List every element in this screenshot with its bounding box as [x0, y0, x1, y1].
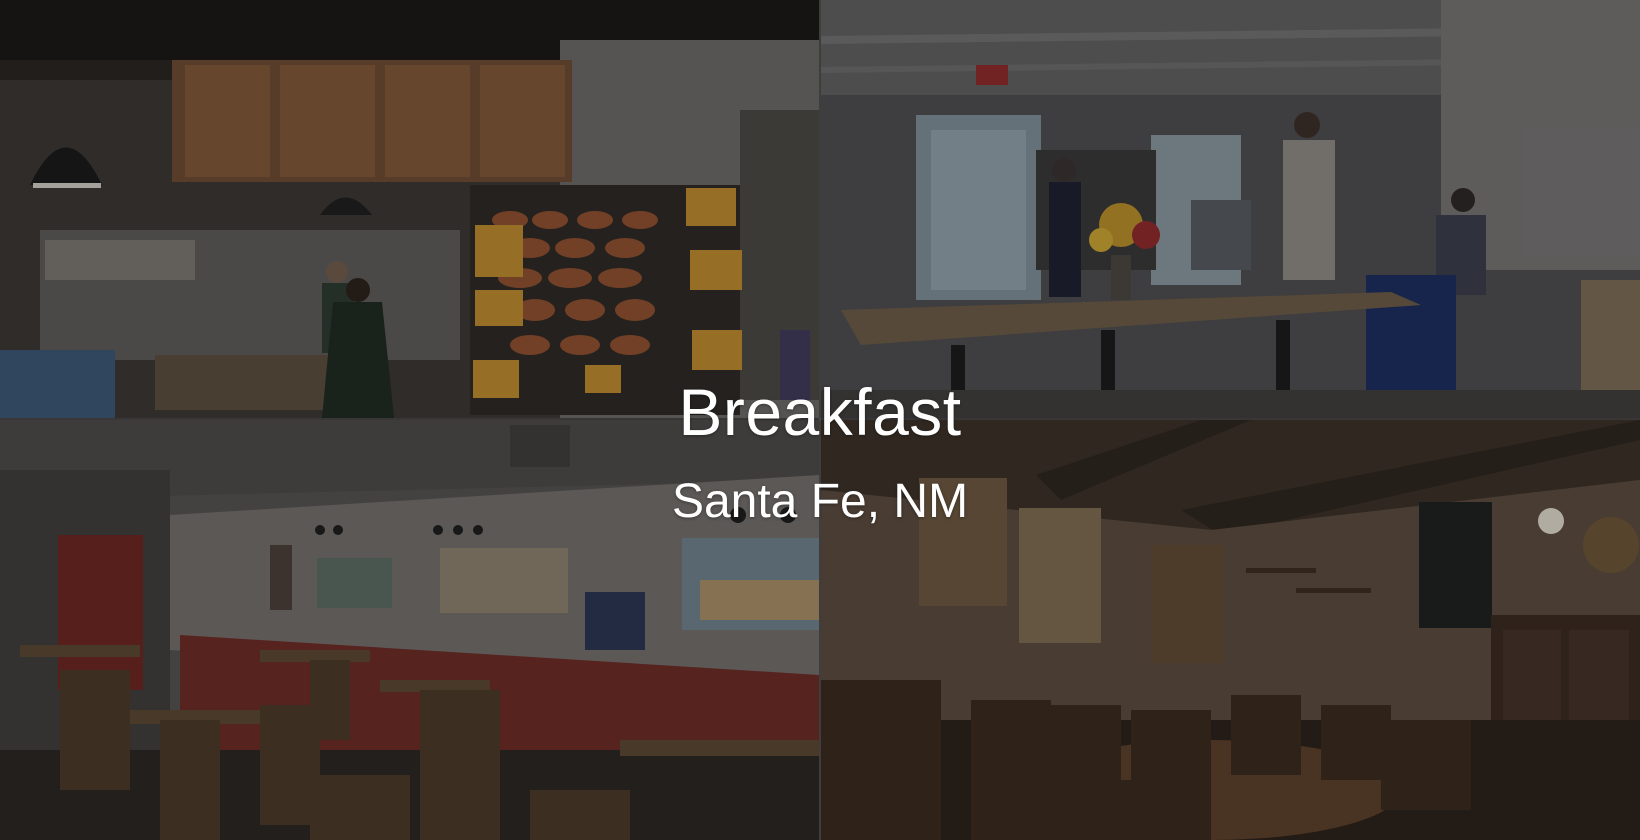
cafe-dining-room-photo	[821, 0, 1640, 418]
location-subtitle: Santa Fe, NM	[671, 475, 969, 528]
page-title: Breakfast	[678, 375, 962, 449]
bakery-counter-photo	[0, 0, 819, 418]
